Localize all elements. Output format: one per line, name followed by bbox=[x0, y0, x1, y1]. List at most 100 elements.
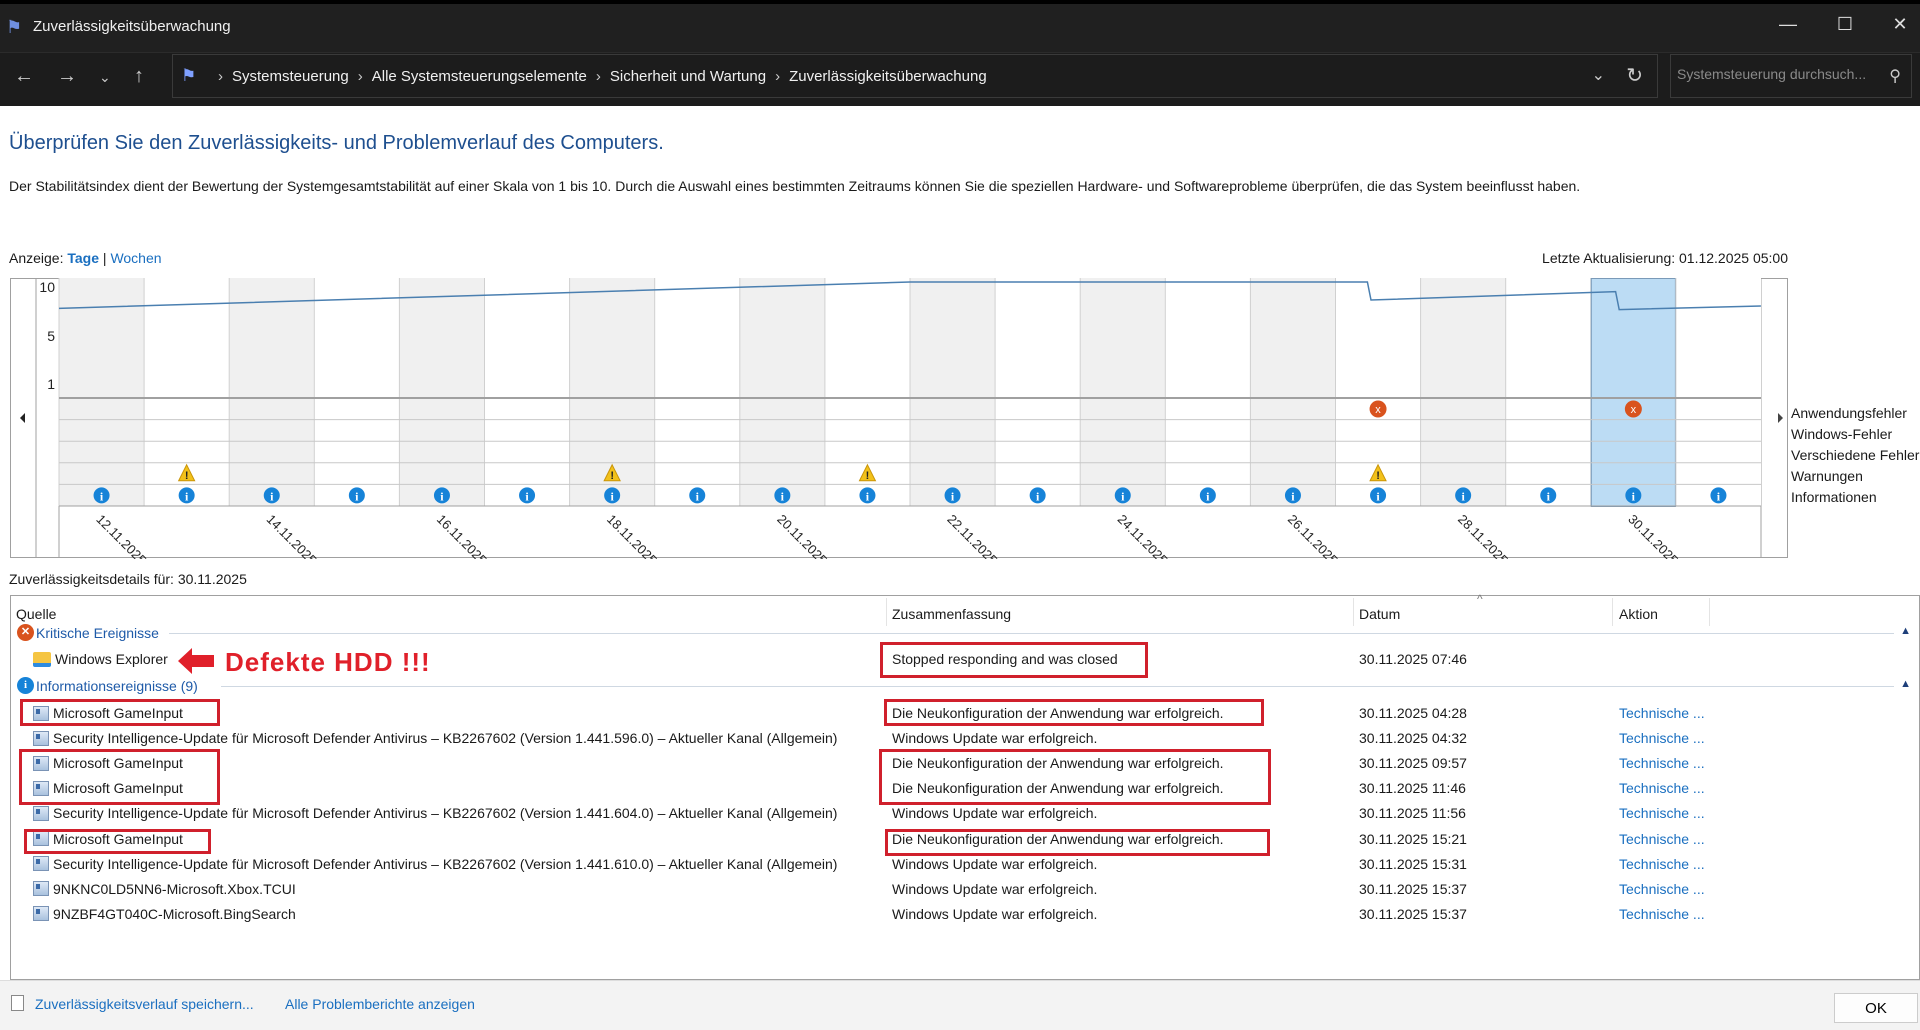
technical-details-link[interactable]: Technische ... bbox=[1619, 906, 1705, 922]
source-text: Security Intelligence-Update für Microso… bbox=[53, 730, 838, 747]
search-box[interactable]: ⚲ bbox=[1670, 54, 1912, 98]
save-history-link[interactable]: Zuverlässigkeitsverlauf speichern... bbox=[35, 996, 254, 1012]
group-critical-events[interactable]: ✕ Kritische Ereignisse bbox=[17, 624, 159, 641]
column-header-action[interactable]: Aktion bbox=[1619, 601, 1658, 627]
search-icon[interactable]: ⚲ bbox=[1889, 66, 1901, 86]
application-icon bbox=[33, 881, 49, 897]
application-icon bbox=[33, 805, 49, 821]
day-column-30.11.2025[interactable] bbox=[1590, 278, 1676, 506]
close-button[interactable]: ✕ bbox=[1880, 14, 1920, 35]
table-row[interactable]: Security Intelligence-Update für Microso… bbox=[11, 802, 1911, 827]
day-column-25.11.2025[interactable] bbox=[1165, 278, 1251, 506]
back-arrow-icon[interactable]: ← bbox=[14, 65, 34, 88]
day-column-14.11.2025[interactable] bbox=[229, 278, 315, 506]
minimize-button[interactable]: — bbox=[1768, 14, 1808, 35]
table-row[interactable]: Security Intelligence-Update für Microso… bbox=[11, 727, 1911, 752]
source-text: 9NZBF4GT040C-Microsoft.BingSearch bbox=[53, 905, 296, 922]
source-text: Security Intelligence-Update für Microso… bbox=[53, 805, 838, 822]
technical-details-link[interactable]: Technische ... bbox=[1619, 780, 1705, 796]
all-reports-link[interactable]: Alle Problemberichte anzeigen bbox=[285, 996, 475, 1012]
chart-legend: Anwendungsfehler Windows-Fehler Verschie… bbox=[1791, 403, 1919, 508]
column-divider[interactable] bbox=[1612, 598, 1613, 626]
source-cell: Microsoft GameInput bbox=[33, 780, 183, 796]
table-row[interactable]: Microsoft GameInput Die Neukonfiguration… bbox=[11, 702, 1911, 727]
technical-details-link[interactable]: Technische ... bbox=[1619, 730, 1705, 746]
technical-details-link[interactable]: Technische ... bbox=[1619, 831, 1705, 847]
breadcrumb-item[interactable]: Zuverlässigkeitsüberwachung bbox=[789, 68, 987, 85]
day-column-24.11.2025[interactable] bbox=[1080, 278, 1166, 506]
address-dropdown-chevron-icon[interactable]: ⌄ bbox=[1592, 65, 1605, 85]
control-panel-flag-icon: ⚑ bbox=[181, 66, 197, 85]
source-text: Microsoft GameInput bbox=[53, 780, 183, 797]
source-cell: Security Intelligence-Update für Microso… bbox=[33, 856, 837, 872]
day-column-29.11.2025[interactable] bbox=[1505, 278, 1591, 506]
column-header-summary[interactable]: Zusammenfassung bbox=[892, 601, 1011, 627]
collapse-chevron-up-icon[interactable]: ▲ bbox=[1900, 678, 1911, 690]
column-divider[interactable] bbox=[1709, 598, 1710, 626]
y-tick-label: 5 bbox=[47, 328, 55, 344]
summary-cell: Die Neukonfiguration der Anwendung war e… bbox=[892, 755, 1224, 772]
source-text: 9NKNC0LD5NN6-Microsoft.Xbox.TCUI bbox=[53, 880, 296, 897]
application-icon bbox=[33, 831, 49, 846]
table-row[interactable]: Microsoft GameInput Die Neukonfiguration… bbox=[11, 777, 1911, 802]
app-flag-icon: ⚑ bbox=[6, 17, 23, 37]
ok-button[interactable]: OK bbox=[1834, 993, 1918, 1023]
reliability-chart[interactable]: 1051x x!!! !i i i i i i i i i i i i i i i i i i i i12.11.2025… bbox=[10, 278, 1788, 559]
day-column-17.11.2025[interactable] bbox=[484, 278, 570, 506]
breadcrumb-item[interactable]: Systemsteuerung bbox=[232, 68, 349, 85]
table-row[interactable]: Security Intelligence-Update für Microso… bbox=[11, 853, 1911, 878]
application-icon bbox=[33, 755, 49, 771]
table-row[interactable]: Microsoft GameInput Die Neukonfiguration… bbox=[11, 828, 1911, 853]
table-row[interactable]: 9NZBF4GT040C-Microsoft.BingSearch Window… bbox=[11, 903, 1911, 928]
source-text: Security Intelligence-Update für Microso… bbox=[53, 855, 838, 872]
day-column-01.12.2025[interactable] bbox=[1675, 278, 1761, 506]
table-row[interactable]: 9NKNC0LD5NN6-Microsoft.Xbox.TCUI Windows… bbox=[11, 878, 1911, 903]
search-input[interactable] bbox=[1677, 66, 1877, 82]
page-title: Überprüfen Sie den Zuverlässigkeits- und… bbox=[9, 132, 664, 154]
technical-details-link[interactable]: Technische ... bbox=[1619, 705, 1705, 721]
technical-details-link[interactable]: Technische ... bbox=[1619, 856, 1705, 872]
view-separator: | bbox=[102, 250, 107, 266]
column-header-date[interactable]: Datum bbox=[1359, 601, 1400, 627]
breadcrumb: › Systemsteuerung › Alle Systemsteuerung… bbox=[209, 68, 987, 85]
day-column-26.11.2025[interactable] bbox=[1250, 278, 1336, 506]
summary-cell: Windows Update war erfolgreich. bbox=[892, 905, 1098, 922]
navigation-bar: ← → ⌄ ↑ ⚑ › Systemsteuerung › Alle Syste… bbox=[0, 52, 1920, 106]
column-divider[interactable] bbox=[886, 598, 887, 626]
day-column-22.11.2025[interactable] bbox=[910, 278, 996, 506]
annotation-text: Defekte HDD !!! bbox=[225, 647, 431, 677]
legend-warnings: Warnungen bbox=[1791, 468, 1863, 484]
day-column-23.11.2025[interactable] bbox=[995, 278, 1081, 506]
day-column-19.11.2025[interactable] bbox=[654, 278, 740, 506]
recent-chevron-down-icon[interactable]: ⌄ bbox=[99, 69, 111, 86]
column-divider[interactable] bbox=[1353, 598, 1354, 626]
forward-arrow-icon[interactable]: → bbox=[57, 65, 77, 88]
view-days-link[interactable]: Tage bbox=[67, 250, 99, 266]
day-column-12.11.2025[interactable] bbox=[59, 278, 145, 506]
warning-icon-glyph: ! bbox=[610, 470, 614, 482]
breadcrumb-item[interactable]: Sicherheit und Wartung bbox=[610, 68, 766, 85]
source-text: Microsoft GameInput bbox=[53, 705, 183, 721]
up-arrow-icon[interactable]: ↑ bbox=[134, 65, 144, 88]
application-icon bbox=[33, 730, 49, 746]
y-tick-label: 10 bbox=[39, 279, 55, 295]
day-column-28.11.2025[interactable] bbox=[1420, 278, 1506, 506]
day-column-16.11.2025[interactable] bbox=[399, 278, 485, 506]
table-row[interactable]: Microsoft GameInput Die Neukonfiguration… bbox=[11, 752, 1911, 777]
refresh-icon[interactable]: ↻ bbox=[1626, 63, 1643, 88]
technical-details-link[interactable]: Technische ... bbox=[1619, 755, 1705, 771]
page-description: Der Stabilitätsindex dient der Bewertung… bbox=[9, 178, 1581, 194]
breadcrumb-item[interactable]: Alle Systemsteuerungselemente bbox=[372, 68, 587, 85]
legend-information: Informationen bbox=[1791, 489, 1877, 505]
view-weeks-link[interactable]: Wochen bbox=[110, 250, 161, 266]
technical-details-link[interactable]: Technische ... bbox=[1619, 805, 1705, 821]
sort-ascending-icon: ^ bbox=[1477, 592, 1483, 606]
day-column-20.11.2025[interactable] bbox=[739, 278, 825, 506]
source-cell: Microsoft GameInput bbox=[33, 705, 183, 721]
group-information-events[interactable]: i Informationsereignisse (9) bbox=[17, 677, 198, 694]
technical-details-link[interactable]: Technische ... bbox=[1619, 881, 1705, 897]
address-bar[interactable]: ⚑ › Systemsteuerung › Alle Systemsteueru… bbox=[172, 54, 1658, 98]
collapse-chevron-up-icon[interactable]: ▲ bbox=[1900, 625, 1911, 637]
day-column-15.11.2025[interactable] bbox=[314, 278, 400, 506]
maximize-button[interactable]: ☐ bbox=[1825, 14, 1865, 35]
